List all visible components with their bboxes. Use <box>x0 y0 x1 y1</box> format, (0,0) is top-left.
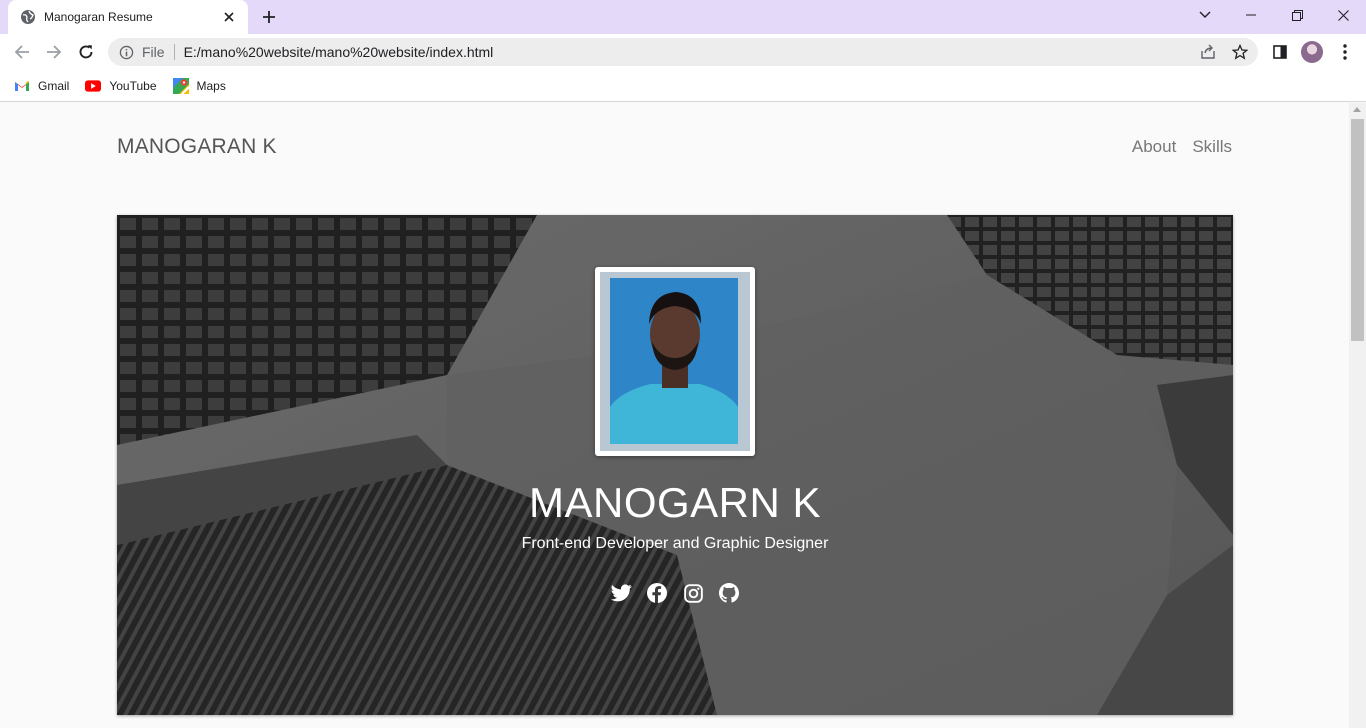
close-tab-icon[interactable] <box>220 8 238 26</box>
nav-link-skills[interactable]: Skills <box>1192 137 1232 157</box>
back-arrow-icon[interactable] <box>8 38 36 66</box>
info-icon[interactable] <box>118 44 134 60</box>
forward-arrow-icon[interactable] <box>40 38 68 66</box>
bookmark-label: Gmail <box>38 78 70 93</box>
twitter-icon[interactable] <box>610 582 632 604</box>
site-brand[interactable]: MANOGARAN K <box>117 135 277 159</box>
bookmark-label: YouTube <box>109 78 157 93</box>
hero-name: MANOGARN K <box>528 479 822 526</box>
minimize-icon[interactable] <box>1228 0 1274 30</box>
side-panel-icon[interactable] <box>1268 40 1292 64</box>
url-text[interactable]: E:/mano%20website/mano%20website/index.h… <box>184 44 494 60</box>
bookmark-label: Maps <box>196 78 226 93</box>
close-window-icon[interactable] <box>1320 0 1366 30</box>
page-scrollbar[interactable] <box>1349 103 1366 728</box>
page-viewport: MANOGARAN K About Skills MANOGARN K Fron… <box>0 103 1349 728</box>
gmail-icon <box>14 78 30 94</box>
bookmark-maps[interactable]: Maps <box>172 77 226 94</box>
hero-section: MANOGARN K Front-end Developer and Graph… <box>117 215 1233 715</box>
maps-icon <box>172 77 189 94</box>
instagram-icon[interactable] <box>682 582 704 604</box>
github-icon[interactable] <box>718 582 740 604</box>
hero-subtitle: Front-end Developer and Graphic Designer <box>521 535 829 552</box>
browser-toolbar: File E:/mano%20website/mano%20website/in… <box>0 34 1366 70</box>
globe-icon <box>20 9 36 25</box>
bookmark-gmail[interactable]: Gmail <box>14 78 69 94</box>
profile-photo-image <box>600 272 750 451</box>
scrollbar-thumb[interactable] <box>1351 119 1364 341</box>
social-links <box>117 582 1233 604</box>
nav-link-about[interactable]: About <box>1132 137 1176 157</box>
share-icon[interactable] <box>1196 40 1220 64</box>
youtube-icon <box>85 78 102 94</box>
menu-kebab-icon[interactable] <box>1333 40 1357 64</box>
restore-icon[interactable] <box>1274 0 1320 30</box>
reload-icon[interactable] <box>72 38 100 66</box>
bookmark-youtube[interactable]: YouTube <box>85 78 157 94</box>
bookmark-star-icon[interactable] <box>1228 40 1252 64</box>
profile-avatar[interactable] <box>1301 41 1323 63</box>
scroll-up-arrow-icon[interactable] <box>1353 107 1361 112</box>
new-tab-button[interactable] <box>256 5 282 29</box>
profile-photo <box>595 267 755 456</box>
bookmarks-bar: Gmail YouTube Maps <box>0 70 1366 102</box>
scheme-label: File <box>142 44 165 60</box>
omnibox-divider <box>173 44 175 60</box>
site-nav: About Skills <box>1132 137 1232 157</box>
tab-title: Manogaran Resume <box>44 10 153 24</box>
facebook-icon[interactable] <box>646 582 668 604</box>
tab-strip: Manogaran Resume <box>0 0 1366 34</box>
browser-tab[interactable]: Manogaran Resume <box>8 0 248 34</box>
tab-search-icon[interactable] <box>1182 0 1228 30</box>
address-bar[interactable]: File E:/mano%20website/mano%20website/in… <box>108 38 1258 66</box>
